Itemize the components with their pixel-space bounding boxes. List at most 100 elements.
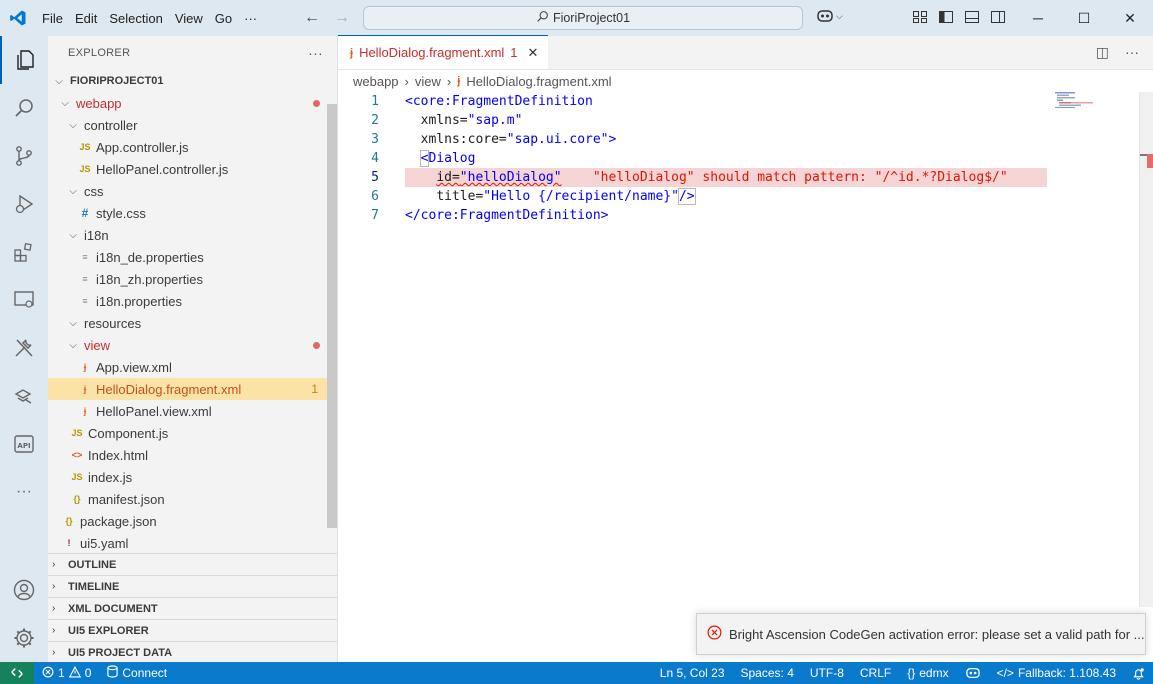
- close-window-icon[interactable]: ✕: [1107, 0, 1153, 36]
- remote-indicator-icon[interactable]: [0, 662, 34, 684]
- tree-file[interactable]: {} manifest.json: [48, 488, 328, 510]
- run-debug-icon[interactable]: [0, 180, 48, 228]
- tree-item-label: HelloPanel.view.xml: [96, 403, 212, 419]
- tree-folder[interactable]: ⌵ resources: [48, 312, 328, 334]
- toggle-panel-icon[interactable]: [964, 9, 980, 25]
- copilot-status-icon[interactable]: [957, 666, 989, 680]
- tree-file[interactable]: ɉ HelloDialog.fragment.xml 1: [48, 378, 328, 400]
- tree-folder[interactable]: ⌵ css: [48, 180, 328, 202]
- chevron-right-icon: ›: [52, 559, 56, 570]
- code-line: 4 <Dialog: [338, 149, 1138, 168]
- explorer-title: EXPLORER: [68, 47, 131, 59]
- properties-file-icon: ≡: [82, 274, 88, 284]
- eol-status[interactable]: CRLF: [852, 666, 899, 680]
- accounts-icon[interactable]: [0, 566, 48, 614]
- menu-edit[interactable]: Edit: [69, 11, 103, 26]
- section-title: XML DOCUMENT: [68, 602, 158, 615]
- menu-file[interactable]: File: [36, 11, 69, 26]
- notifications-bell-icon[interactable]: [1124, 667, 1153, 680]
- tree-file[interactable]: <> Index.html: [48, 444, 328, 466]
- encoding-status[interactable]: UTF-8: [802, 666, 852, 680]
- toggle-primary-sidebar-icon[interactable]: [938, 9, 954, 25]
- breadcrumb-webapp[interactable]: webapp: [353, 74, 399, 89]
- extensions-icon[interactable]: [0, 228, 48, 276]
- toggle-secondary-sidebar-icon[interactable]: [990, 9, 1006, 25]
- maximize-icon[interactable]: ☐: [1061, 0, 1107, 36]
- forward-arrow-icon[interactable]: →: [334, 9, 350, 27]
- chevron-right-icon: ›: [52, 647, 56, 658]
- ui5-version-status[interactable]: </> Fallback: 1.108.43: [989, 666, 1124, 680]
- editor-scrollbar[interactable]: [1139, 92, 1153, 607]
- menu-bar: File Edit Selection View Go ···: [36, 0, 263, 36]
- menu-selection[interactable]: Selection: [103, 11, 168, 26]
- tree-file[interactable]: JS Component.js: [48, 422, 328, 444]
- tree-file[interactable]: ≡ i18n.properties: [48, 290, 328, 312]
- indentation-status[interactable]: Spaces: 4: [733, 666, 802, 680]
- panel-section-timeline[interactable]: › TIMELINE: [48, 575, 337, 597]
- database-icon: [107, 665, 119, 681]
- close-tab-icon[interactable]: ✕: [528, 45, 539, 61]
- tree-file[interactable]: # style.css: [48, 202, 328, 224]
- editor-more-actions-icon[interactable]: ···: [1125, 44, 1139, 61]
- more-views-icon[interactable]: ···: [0, 468, 48, 516]
- editor-tab[interactable]: ɉ HelloDialog.fragment.xml 1 ✕: [338, 35, 549, 69]
- search-icon[interactable]: [0, 84, 48, 132]
- tools-icon[interactable]: [0, 324, 48, 372]
- source-control-icon[interactable]: [0, 132, 48, 180]
- tree-file[interactable]: JS App.controller.js: [48, 136, 328, 158]
- html-file-icon: <>: [71, 450, 83, 460]
- breadcrumb-file[interactable]: HelloDialog.fragment.xml: [466, 74, 611, 89]
- menu-go[interactable]: Go: [209, 11, 238, 26]
- modified-dot-icon: [313, 99, 320, 107]
- sap-ui5-icon[interactable]: [0, 372, 48, 420]
- modified-dot-icon: [313, 341, 320, 349]
- project-root[interactable]: ⌵ FIORIPROJECT01: [48, 70, 328, 92]
- yaml-file-icon: !: [67, 538, 71, 548]
- tree-file[interactable]: ɉ HelloPanel.view.xml: [48, 400, 328, 422]
- tree-file[interactable]: JS HelloPanel.controller.js: [48, 158, 328, 180]
- explorer-more-actions-icon[interactable]: ···: [308, 45, 323, 61]
- tree-file[interactable]: {} package.json: [48, 510, 328, 532]
- tree-file[interactable]: ɉ App.view.xml: [48, 356, 328, 378]
- panel-section-outline[interactable]: › OUTLINE: [48, 553, 337, 575]
- language-mode[interactable]: {} edmx: [899, 666, 956, 680]
- panel-section-ui5-project-data[interactable]: › UI5 PROJECT DATA: [48, 641, 337, 663]
- remote-explorer-icon[interactable]: [0, 276, 48, 324]
- notification-message: Bright Ascension CodeGen activation erro…: [729, 626, 1145, 642]
- tree-folder[interactable]: ⌵ view: [48, 334, 328, 356]
- customize-layout-icon[interactable]: [912, 9, 928, 25]
- line-number: 1: [371, 94, 379, 109]
- tree-file[interactable]: ! ui5.yaml: [48, 532, 328, 554]
- error-notification[interactable]: Bright Ascension CodeGen activation erro…: [696, 613, 1146, 655]
- breadcrumb-view[interactable]: view: [415, 74, 441, 89]
- xml-value: "helloDialog": [459, 170, 562, 185]
- menu-view[interactable]: View: [169, 11, 209, 26]
- xml-value: "sap.m": [467, 113, 523, 128]
- tree-file[interactable]: JS index.js: [48, 466, 328, 488]
- minimize-icon[interactable]: ─: [1015, 0, 1061, 36]
- cursor-position[interactable]: Ln 5, Col 23: [652, 666, 733, 680]
- explorer-icon[interactable]: [0, 36, 48, 84]
- minimap[interactable]: [1055, 92, 1095, 108]
- tree-file[interactable]: ≡ i18n_de.properties: [48, 246, 328, 268]
- tree-folder[interactable]: ⌵ i18n: [48, 224, 328, 246]
- panel-section-xml-document[interactable]: › XML DOCUMENT: [48, 597, 337, 619]
- tree-folder[interactable]: ⌵ webapp: [48, 92, 328, 114]
- tree-folder[interactable]: ⌵ controller: [48, 114, 328, 136]
- split-editor-icon[interactable]: ◫: [1096, 44, 1109, 61]
- api-icon[interactable]: API: [0, 420, 48, 468]
- panel-section-ui5-explorer[interactable]: › UI5 EXPLORER: [48, 619, 337, 641]
- settings-gear-icon[interactable]: [0, 614, 48, 662]
- tree-file[interactable]: ≡ i18n_zh.properties: [48, 268, 328, 290]
- connect-status[interactable]: Connect: [99, 665, 175, 681]
- chevron-down-icon: ⌵: [836, 10, 843, 21]
- problems-status[interactable]: 1 0: [34, 665, 99, 681]
- error-icon: [707, 625, 722, 643]
- explorer-scrollbar[interactable]: [327, 104, 337, 528]
- back-arrow-icon[interactable]: ←: [304, 9, 320, 27]
- code-line: 6 title="Hello {/recipient/name}"/>: [338, 187, 1138, 206]
- copilot-button[interactable]: ⌵: [816, 8, 843, 24]
- js-file-icon: JS: [79, 142, 91, 152]
- menu-more[interactable]: ···: [238, 11, 263, 26]
- command-center[interactable]: FioriProject01: [363, 6, 803, 30]
